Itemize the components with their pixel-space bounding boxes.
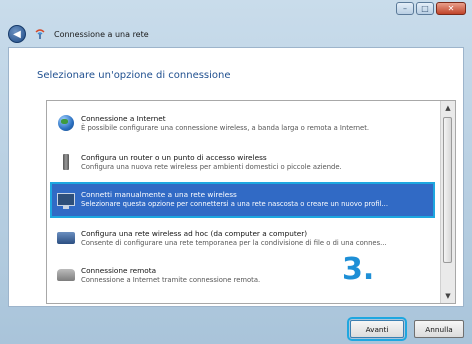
navigation-bar: ◀ Connessione a una rete [8, 22, 464, 46]
router-icon [55, 152, 77, 172]
maximize-button[interactable]: □ [416, 2, 434, 15]
window-controls: – □ ✕ [396, 2, 466, 15]
network-icon [32, 27, 48, 41]
option-adhoc[interactable]: Configura una rete wireless ad hoc (da c… [51, 222, 434, 256]
minimize-button[interactable]: – [396, 2, 414, 15]
option-description: Connessione a Internet tramite connessio… [81, 276, 261, 284]
option-router[interactable]: Configura un router o un punto di access… [51, 146, 434, 180]
option-manual-wireless[interactable]: Connetti manualmente a una rete wireless… [50, 182, 435, 218]
window-frame: – □ ✕ ◀ Connessione a una rete Seleziona… [0, 0, 472, 344]
option-internet[interactable]: Connessione a Internet È possibile confi… [51, 107, 434, 141]
option-description: È possibile configurare una connessione … [81, 124, 370, 132]
next-button[interactable]: Avanti [347, 317, 407, 341]
scroll-down-icon[interactable]: ▼ [441, 289, 455, 303]
title-bar: – □ ✕ [0, 0, 472, 18]
scrollbar[interactable]: ▲ ▼ [440, 101, 455, 303]
scroll-up-icon[interactable]: ▲ [441, 101, 455, 115]
back-arrow-icon: ◀ [13, 28, 21, 40]
step-annotation: 3. [342, 252, 375, 287]
option-title: Connetti manualmente a una rete wireless [81, 190, 237, 199]
adhoc-network-icon [55, 228, 77, 248]
option-title: Configura una rete wireless ad hoc (da c… [81, 229, 308, 238]
option-description: Selezionare questa opzione per connetter… [81, 200, 388, 208]
option-dialup[interactable]: Connessione remota Connessione a Interne… [51, 259, 434, 293]
monitor-icon [55, 189, 77, 209]
option-title: Connessione a Internet [81, 114, 166, 123]
close-button[interactable]: ✕ [436, 2, 466, 15]
option-description: Consente di configurare una rete tempora… [81, 239, 387, 247]
option-title: Connessione remota [81, 266, 157, 275]
connection-options-list[interactable]: Connessione a Internet È possibile confi… [46, 100, 456, 304]
back-button[interactable]: ◀ [8, 25, 26, 43]
phone-icon [55, 265, 77, 285]
option-title: Configura un router o un punto di access… [81, 153, 267, 162]
scroll-thumb[interactable] [443, 117, 452, 263]
globe-icon [55, 113, 77, 133]
page-heading: Selezionare un'opzione di connessione [37, 70, 231, 81]
cancel-button[interactable]: Annulla [414, 320, 464, 338]
option-description: Configura una nuova rete wireless per am… [81, 163, 342, 171]
wizard-content: Selezionare un'opzione di connessione Co… [8, 47, 464, 307]
wizard-title: Connessione a una rete [54, 29, 149, 39]
